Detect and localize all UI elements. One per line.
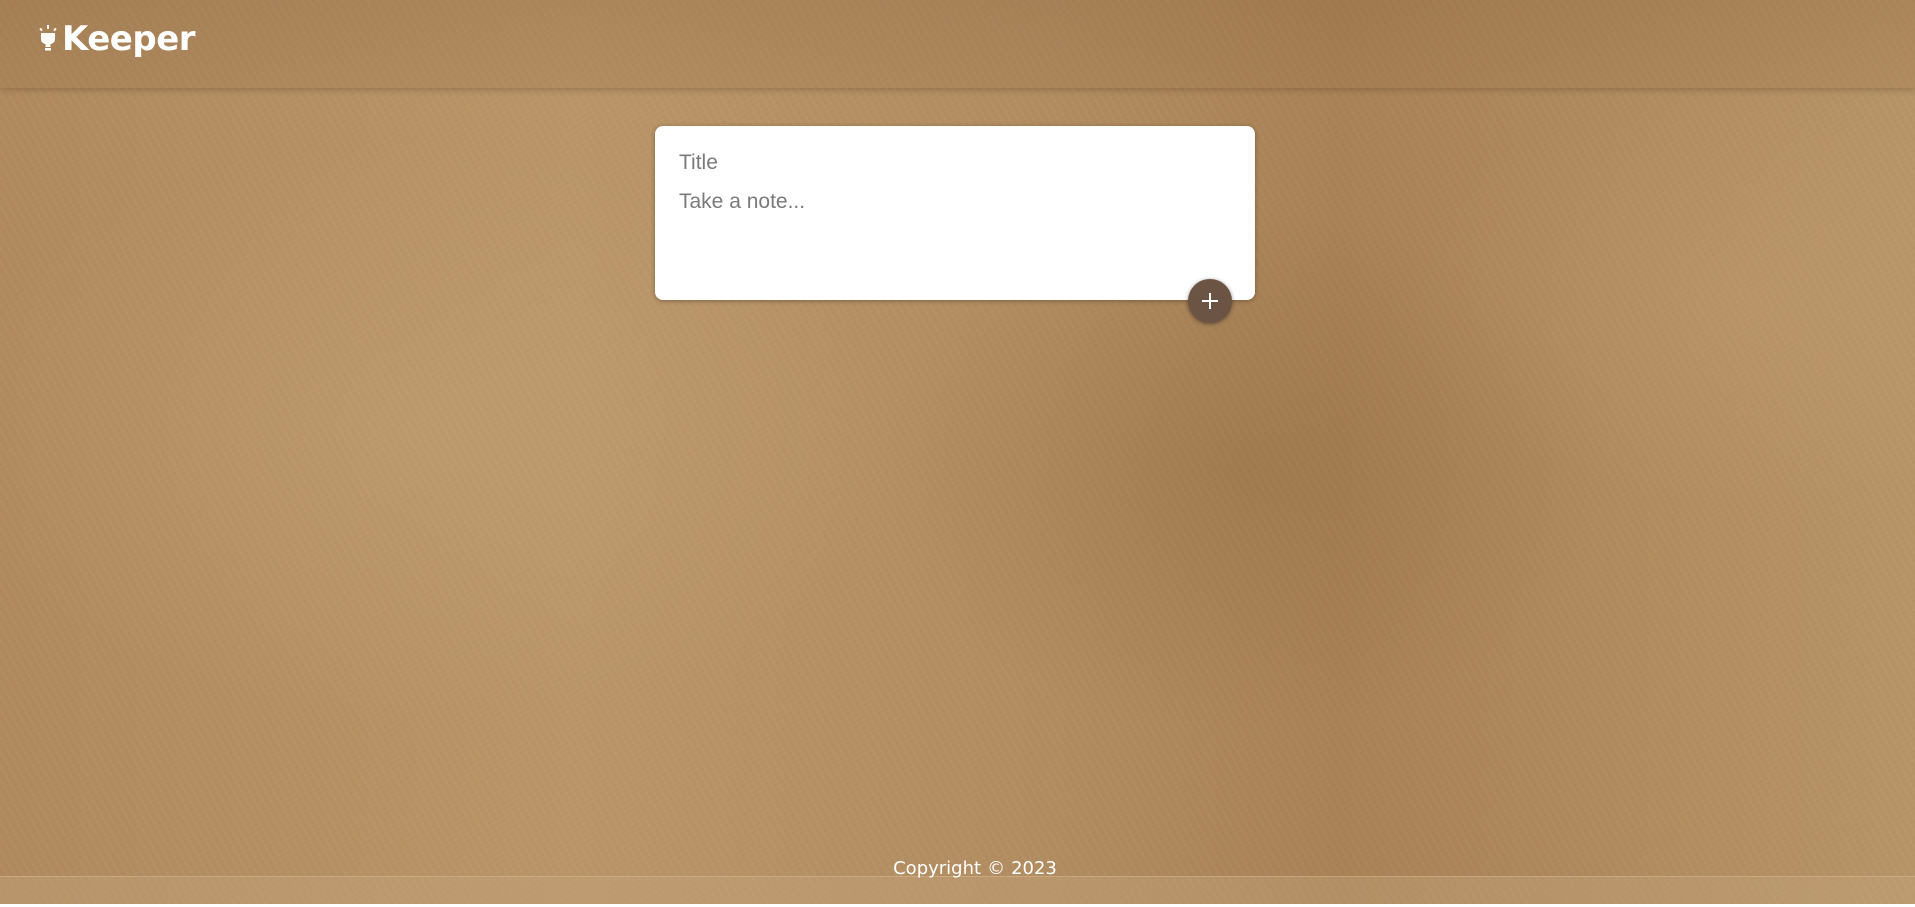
note-composer xyxy=(655,126,1255,300)
note-title-input[interactable] xyxy=(679,148,1231,178)
app-header: Keeper xyxy=(0,0,1915,88)
note-content-input[interactable] xyxy=(679,187,1231,277)
app-logo[interactable]: Keeper xyxy=(38,19,196,59)
add-note-button[interactable] xyxy=(1188,279,1232,323)
lightbulb-icon xyxy=(39,25,57,51)
copyright-footer: Copyright © 2023 xyxy=(0,858,1915,879)
copyright-symbol: © xyxy=(987,858,1006,879)
plus-icon xyxy=(1202,293,1218,309)
copyright-year: 2023 xyxy=(1011,858,1057,879)
app-name: Keeper xyxy=(62,19,196,59)
copyright-label: Copyright xyxy=(893,858,982,879)
footer-band xyxy=(0,876,1915,905)
